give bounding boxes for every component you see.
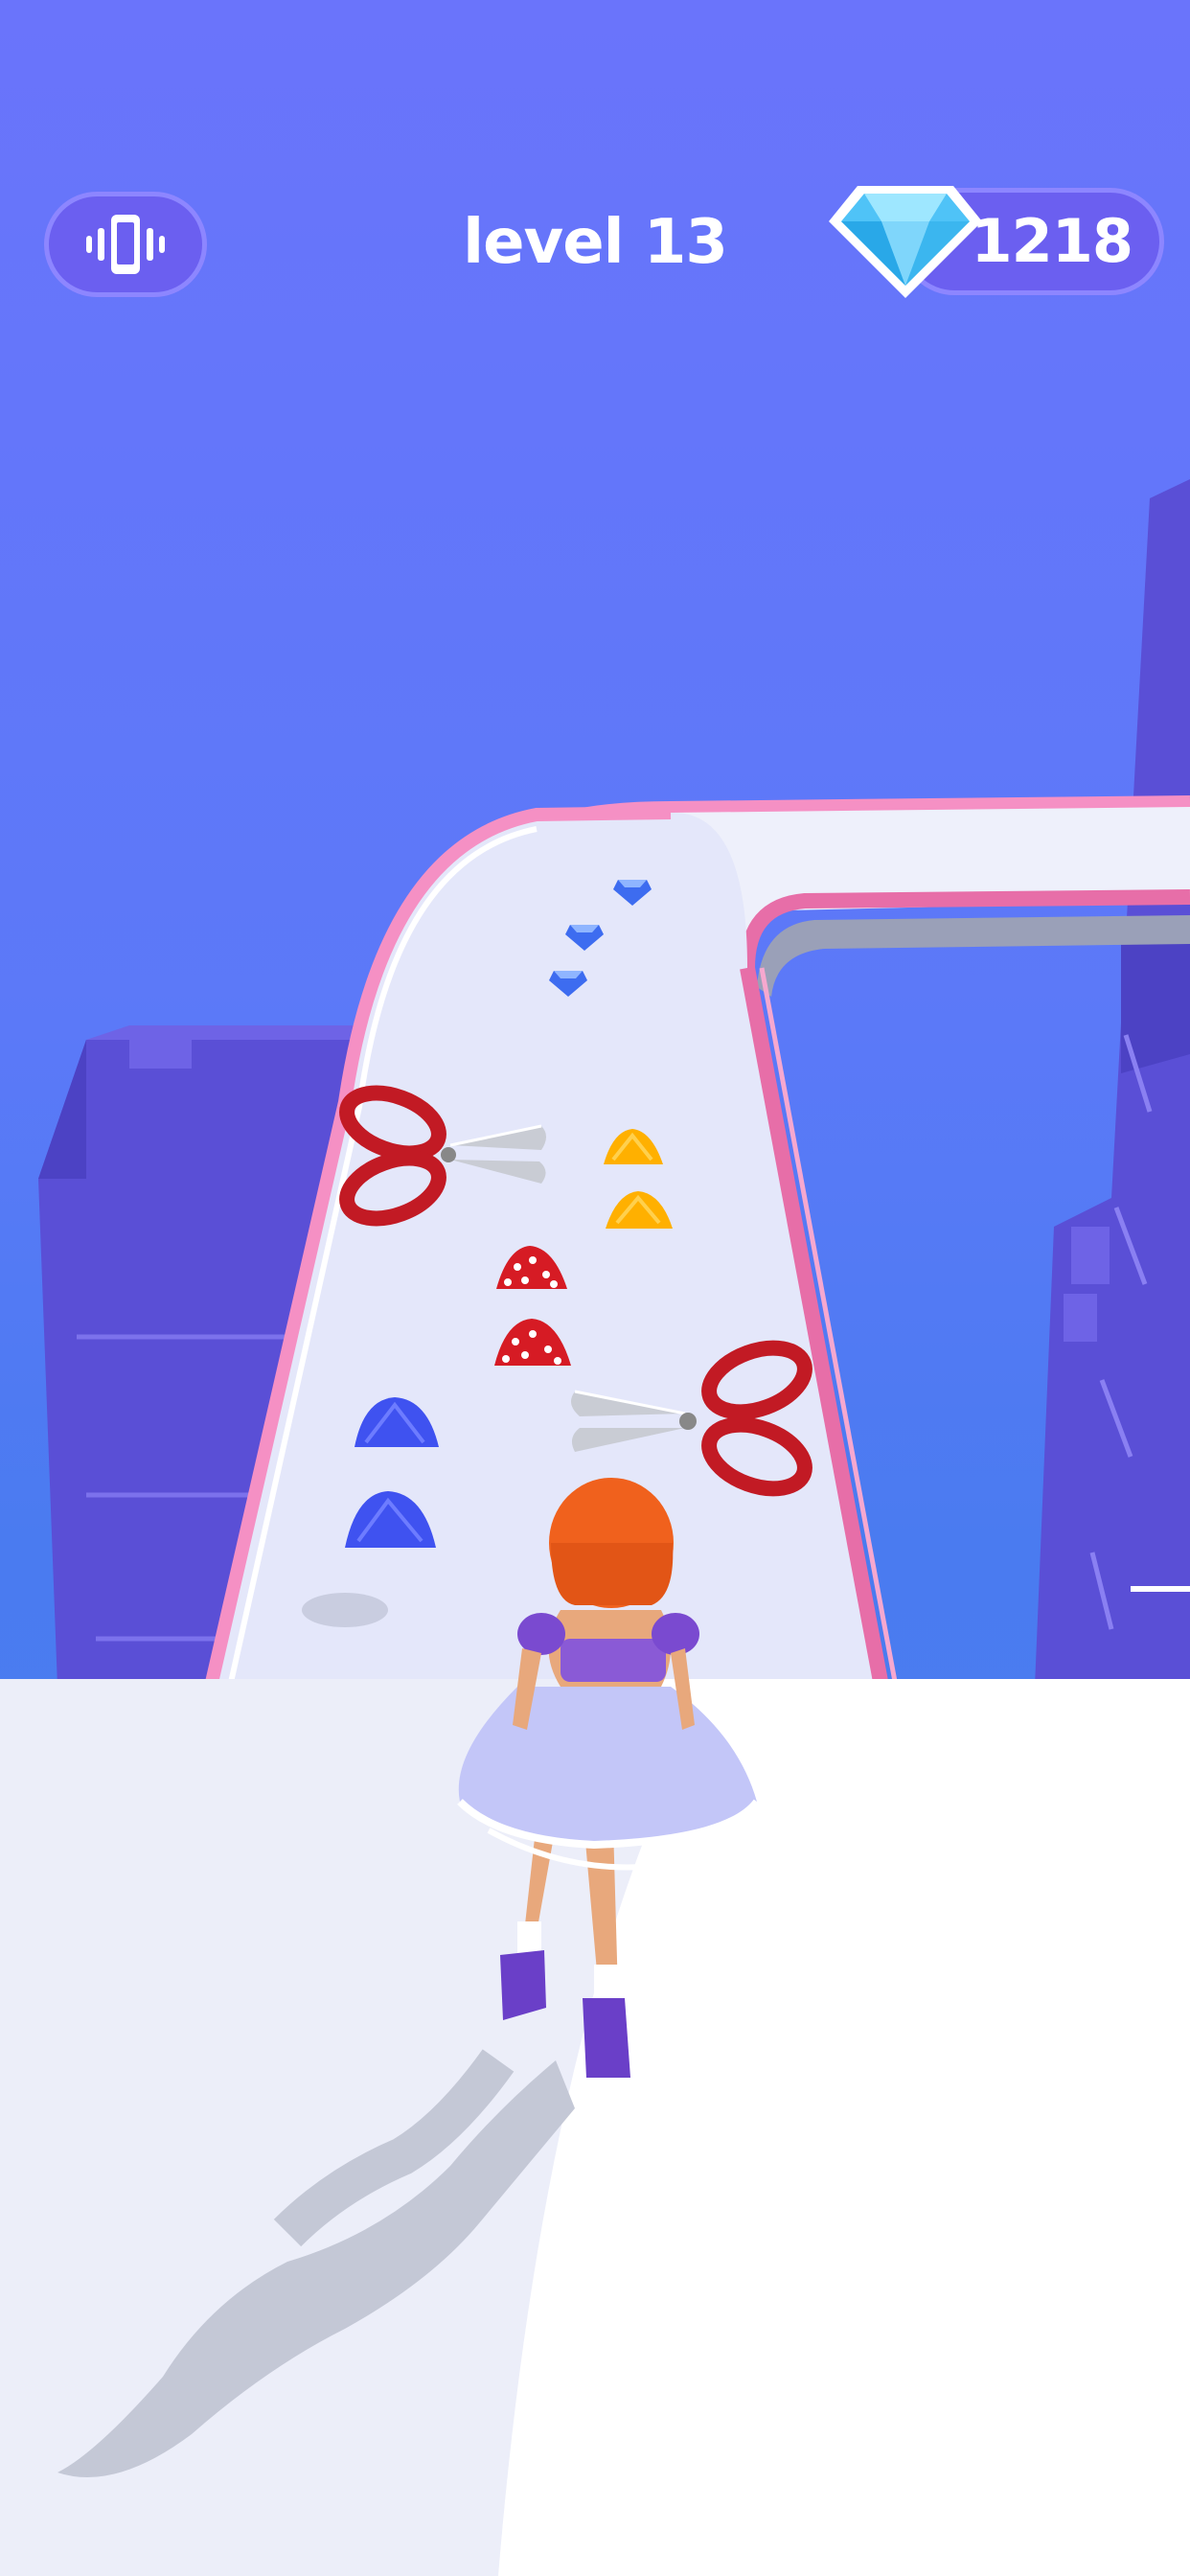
phone-vibrate-icon (86, 215, 165, 274)
game-screen[interactable]: level 13 1218 (0, 0, 1190, 2576)
hud: level 13 1218 (0, 0, 1190, 345)
level-label: level 13 (463, 207, 728, 278)
right-buildings (1035, 479, 1190, 1687)
game-scene (0, 479, 1190, 2576)
diamond-icon (829, 186, 982, 298)
gem-count: 1218 (971, 206, 1133, 276)
vibration-toggle-button[interactable] (44, 192, 207, 297)
